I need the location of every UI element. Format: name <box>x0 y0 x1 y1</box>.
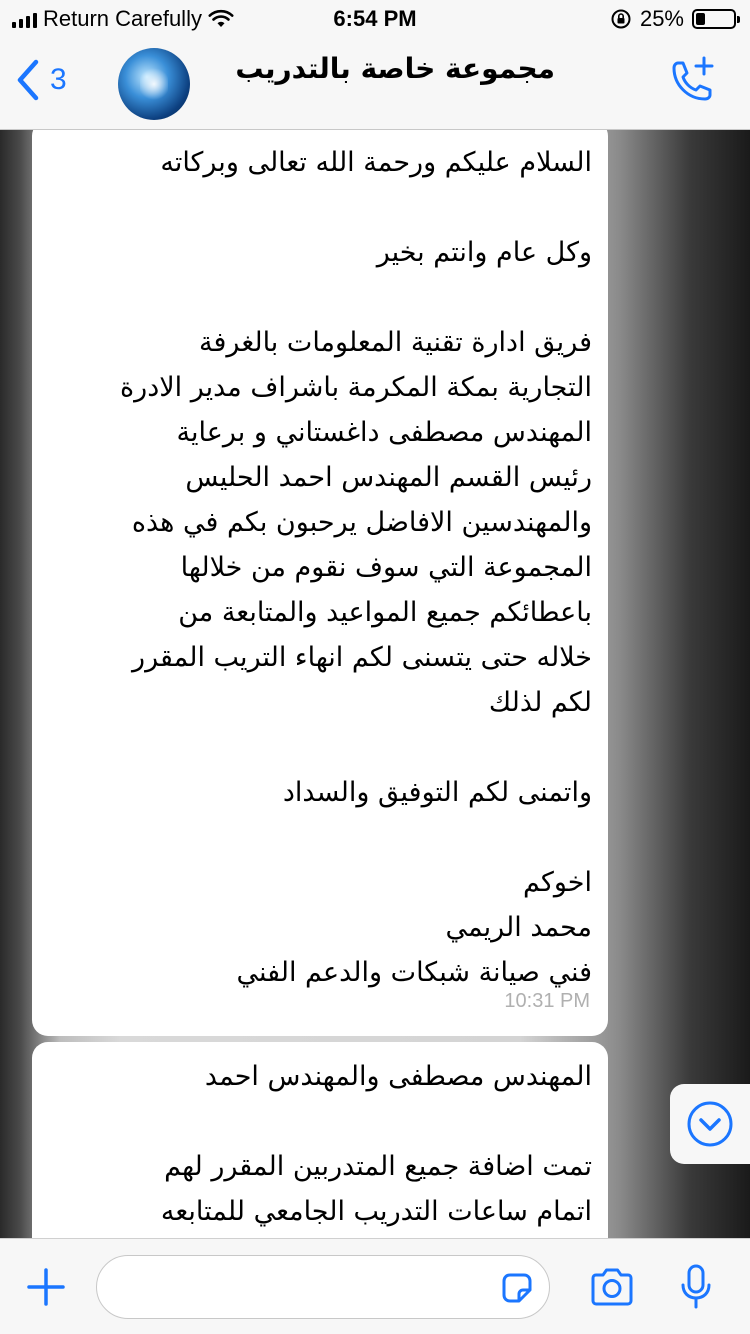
rotation-lock-icon <box>611 9 631 29</box>
composer-bar <box>0 1238 750 1334</box>
message-line <box>48 185 592 230</box>
message-line: اتمام ساعات التدريب الجامعي للمتابعه <box>160 1196 592 1227</box>
chat-area[interactable]: السلام عليكم ورحمة الله تعالى وبركاته وكل… <box>0 130 750 1238</box>
battery-fill <box>696 13 705 25</box>
battery-percent: 25% <box>639 6 684 31</box>
back-button[interactable]: 3 <box>14 58 67 102</box>
message-line: المهندس مصطفى داغستاني و برعاية <box>176 417 592 448</box>
group-title[interactable]: مجموعة خاصة بالتدريب <box>205 52 555 85</box>
message-line: تمت اضافة جميع المتدربين المقرر لهم <box>164 1151 592 1182</box>
message-text: السلام عليكم ورحمة الله تعالى وبركاته وكل… <box>48 140 592 995</box>
message-line: خلاله حتى يتسنى لكم انهاء التريب المقرر <box>132 642 592 673</box>
sticker-button[interactable] <box>500 1271 534 1309</box>
microphone-button[interactable] <box>678 1263 714 1315</box>
message-line: السلام عليكم ورحمة الله تعالى وبركاته <box>160 147 592 178</box>
message-line: المهندس مصطفى والمهندس احمد <box>204 1061 592 1092</box>
plus-icon <box>27 1268 65 1306</box>
message-line: لكم لذلك <box>488 687 592 718</box>
message-line <box>48 1099 592 1144</box>
message-bubble[interactable]: المهندس مصطفى والمهندس احمد تمت اضافة جمي… <box>32 1042 608 1238</box>
message-line: باعطائكم جميع المواعيد والمتابعة من <box>178 597 592 628</box>
attach-button[interactable] <box>26 1267 66 1311</box>
message-text: المهندس مصطفى والمهندس احمد تمت اضافة جمي… <box>48 1054 592 1234</box>
phone-plus-icon <box>672 56 714 101</box>
message-line: محمد الريمي <box>445 912 592 943</box>
message-line: وكل عام وانتم بخير <box>376 237 592 268</box>
message-input[interactable] <box>96 1255 550 1319</box>
message-line: رئيس القسم المهندس احمد الحليس <box>185 462 592 493</box>
status-right: 25% <box>610 6 740 32</box>
message-time: 10:31 PM <box>504 990 590 1012</box>
message-line: اخوكم <box>523 867 592 898</box>
message-line: فريق ادارة تقنية المعلومات بالغرفة <box>199 327 592 358</box>
chevron-left-icon <box>17 59 39 101</box>
message-line: المجموعة التي سوف نقوم من خلالها <box>180 552 592 583</box>
message-line <box>48 815 592 860</box>
unread-count: 3 <box>50 63 67 96</box>
camera-icon <box>591 1268 633 1306</box>
battery-icon <box>692 9 740 29</box>
message-line: واتمنى لكم التوفيق والسداد <box>282 777 592 808</box>
chevron-down-circle-icon <box>687 1101 733 1147</box>
add-call-button[interactable] <box>664 54 720 114</box>
message-bubble[interactable]: السلام عليكم ورحمة الله تعالى وبركاته وكل… <box>32 130 608 1036</box>
sticker-icon <box>502 1273 532 1303</box>
status-bar: Return Carefully 6:54 PM 25% <box>0 0 750 40</box>
message-line: التجارية بمكة المكرمة باشراف مدير الادرة <box>120 372 592 403</box>
message-line <box>48 275 592 320</box>
microphone-icon <box>681 1264 711 1309</box>
chat-header: 3 مجموعة خاصة بالتدريب <box>0 40 750 130</box>
group-avatar[interactable] <box>118 48 190 120</box>
message-line <box>48 725 592 770</box>
message-line: والمهندسين الافاضل يرحبون بكم في هذه <box>131 507 592 538</box>
camera-button[interactable] <box>588 1267 636 1311</box>
scroll-to-bottom-button[interactable] <box>670 1084 750 1164</box>
